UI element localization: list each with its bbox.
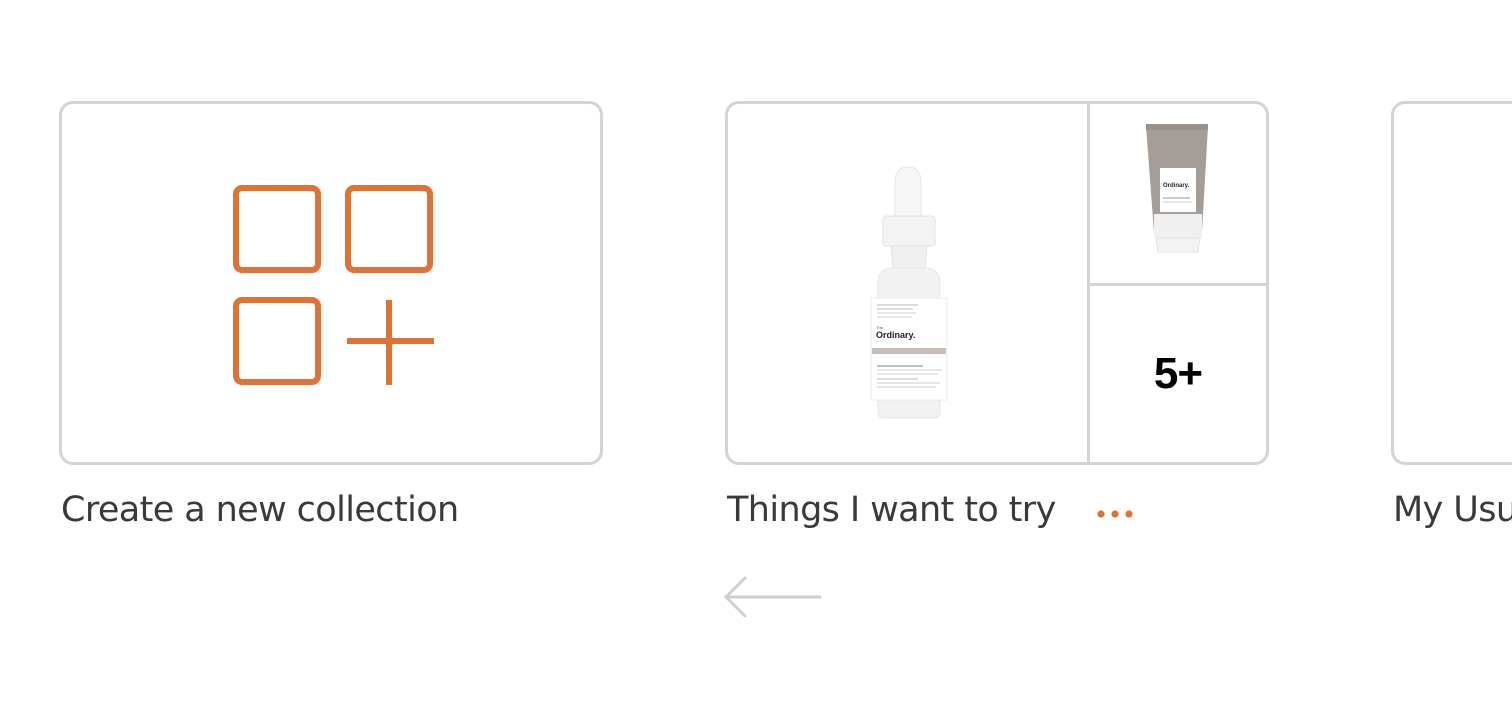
collection-label-my-usual: My Usu [1393,490,1512,530]
collections-carousel: Create a new collection Ordinary. The Or… [0,0,1512,720]
collection-card-things-to-try[interactable]: Ordinary. The Ordinary. 5+ [725,101,1269,465]
svg-text:Ordinary.: Ordinary. [1163,183,1190,189]
arrow-left-icon[interactable] [716,570,826,624]
create-collection-label: Create a new collection [61,490,459,530]
serum-bottle-image: Ordinary. The [870,166,948,419]
product-thumbnail-tube: Ordinary. [1090,104,1266,286]
add-collection-icon [233,185,434,385]
collection-card-my-usual[interactable] [1391,101,1512,465]
more-products-tile: 5+ [1090,286,1266,462]
cream-tube-image: Ordinary. [1146,124,1208,253]
collection-label-things-to-try: Things I want to try [727,490,1056,530]
ellipsis-icon[interactable] [1093,505,1137,523]
product-thumbnail-serum: Ordinary. The [728,104,1090,462]
svg-text:Ordinary.: Ordinary. [876,330,915,340]
create-collection-card[interactable] [59,101,603,465]
more-products-count: 5+ [1153,349,1203,398]
svg-text:The: The [876,325,884,330]
